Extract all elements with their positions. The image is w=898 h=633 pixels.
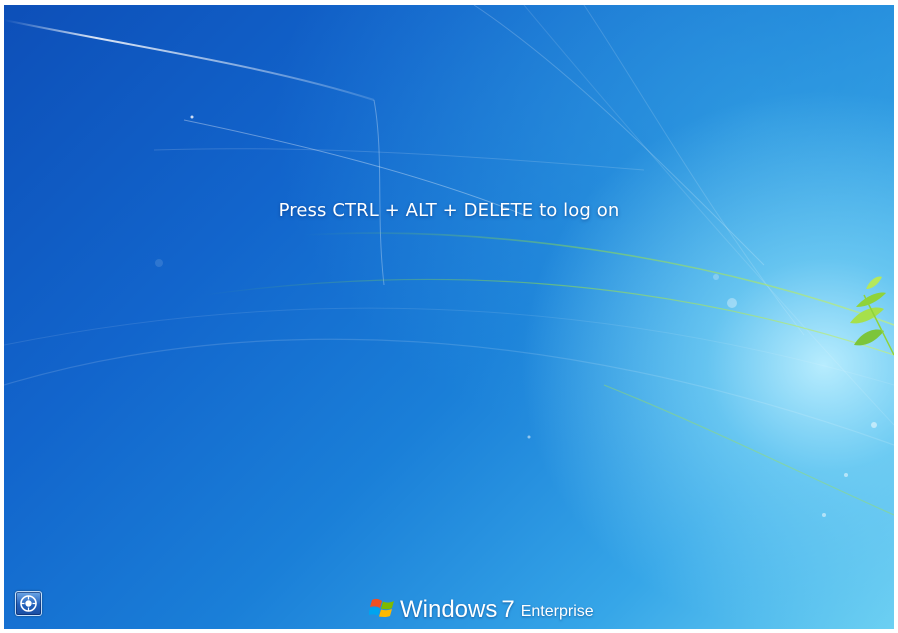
windows-flag-icon: [369, 598, 394, 617]
ease-of-access-icon: [20, 595, 37, 612]
leaves-decoration: [850, 276, 894, 356]
windows-branding: Windows 7 Enterprise: [369, 590, 594, 624]
windows-edition: Enterprise: [520, 603, 594, 620]
ease-of-access-button[interactable]: [15, 591, 42, 616]
wallpaper-streaks: [4, 5, 894, 517]
lock-screen: Press CTRL + ALT + DELETE to log on Wind…: [4, 5, 894, 629]
logon-prompt: Press CTRL + ALT + DELETE to log on: [278, 200, 620, 221]
windows-version: 7: [501, 596, 515, 623]
windows-wordmark: Windows: [400, 596, 498, 623]
